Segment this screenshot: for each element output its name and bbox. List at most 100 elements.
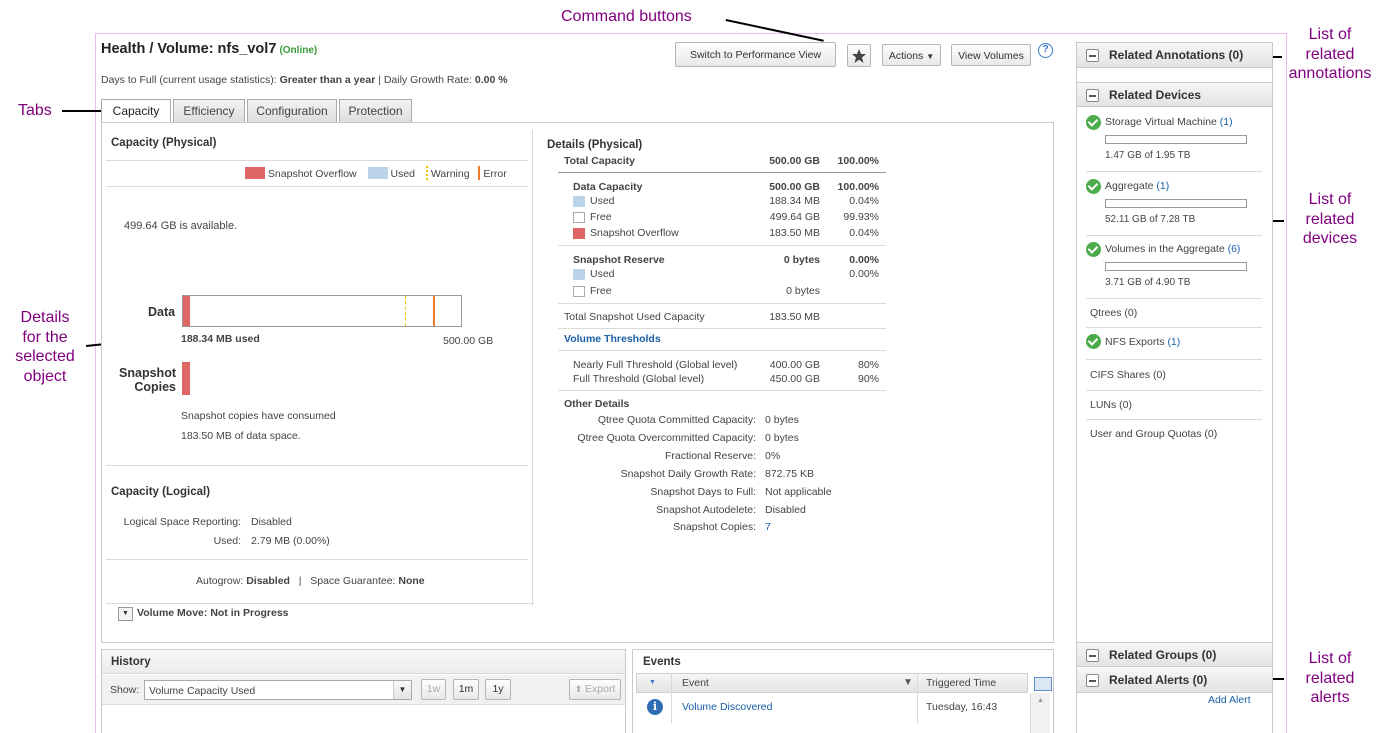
- nfs-exports-item[interactable]: NFS Exports (1): [1105, 336, 1180, 348]
- aggregate-item[interactable]: Aggregate (1): [1105, 180, 1169, 192]
- detail-row-pct: 0.04%: [849, 195, 879, 207]
- used-swatch: [573, 196, 585, 207]
- volume-move-status[interactable]: Volume Move: Not in Progress: [137, 607, 292, 619]
- capacity-legend: Snapshot Overflow Used Warning Error: [245, 166, 507, 180]
- favorite-button[interactable]: [847, 44, 871, 67]
- range-1m-button[interactable]: 1m: [453, 679, 479, 700]
- check-icon: [1086, 334, 1101, 349]
- add-alert-link[interactable]: Add Alert: [1208, 694, 1251, 706]
- divider: [917, 673, 918, 723]
- threshold-pct: 90%: [857, 373, 879, 385]
- data-capacity-value: 500.00 GB: [769, 181, 820, 193]
- legend-error-swatch: [478, 166, 481, 180]
- quotas-item[interactable]: User and Group Quotas (0): [1090, 428, 1217, 440]
- error-threshold-marker: [433, 296, 435, 326]
- switch-performance-view-button[interactable]: Switch to Performance View: [675, 42, 836, 67]
- volume-thresholds-title[interactable]: Volume Thresholds: [564, 333, 661, 345]
- threshold-label: Full Threshold (Global level): [573, 373, 705, 385]
- other-detail-label: Qtree Quota Overcommitted Capacity:: [577, 432, 756, 444]
- snapshot-reserve-label: Snapshot Reserve: [573, 254, 665, 266]
- related-alerts-header[interactable]: Related Alerts (0): [1077, 668, 1272, 693]
- detail-row-value: 499.64 GB: [769, 211, 820, 223]
- snapshot-reserve-pct: 0.00%: [849, 254, 879, 266]
- other-detail-label: Fractional Reserve:: [664, 450, 756, 462]
- qtrees-item[interactable]: Qtrees (0): [1090, 307, 1137, 319]
- volume-move-expand-icon[interactable]: ▼: [118, 607, 133, 621]
- free-swatch: [573, 212, 585, 223]
- divider: [1086, 359, 1262, 360]
- collapse-icon[interactable]: [1086, 89, 1099, 102]
- sort-down-icon[interactable]: ▼: [649, 679, 656, 686]
- lsr-label: Logical Space Reporting:: [123, 516, 241, 528]
- col-triggered-time[interactable]: Triggered Time: [926, 677, 996, 689]
- page-title: Health / Volume: nfs_vol7: [101, 41, 277, 57]
- tab-efficiency[interactable]: Efficiency: [173, 99, 245, 122]
- view-volumes-button[interactable]: View Volumes: [951, 44, 1031, 66]
- tab-configuration[interactable]: Configuration: [247, 99, 337, 122]
- tab-capacity[interactable]: Capacity: [101, 99, 171, 123]
- other-detail-label: Snapshot Autodelete:: [656, 504, 756, 516]
- callout-tabs: Tabs: [18, 102, 52, 119]
- filter-icon[interactable]: ▼: [903, 677, 913, 688]
- other-details-title: Other Details: [564, 398, 630, 410]
- volumes-in-aggregate-item[interactable]: Volumes in the Aggregate (6): [1105, 243, 1240, 255]
- tab-protection[interactable]: Protection: [339, 99, 412, 122]
- data-capacity-label: Data Capacity: [573, 181, 643, 193]
- other-detail-value: 0 bytes: [765, 432, 799, 444]
- related-devices-header[interactable]: Related Devices: [1077, 82, 1272, 107]
- related-groups-header[interactable]: Related Groups (0): [1077, 642, 1272, 667]
- callout-details: Details for the selected object: [15, 309, 75, 385]
- legend-snapshot-overflow-swatch: [245, 167, 265, 179]
- total-snapshot-used-label: Total Snapshot Used Capacity: [564, 311, 705, 323]
- other-detail-label: Snapshot Daily Growth Rate:: [620, 468, 756, 480]
- other-detail-value[interactable]: 7: [765, 521, 771, 533]
- reserve-used-pct: 0.00%: [849, 268, 879, 280]
- column-chooser-icon[interactable]: [1034, 677, 1052, 691]
- scroll-up-icon: ▲: [1037, 697, 1044, 704]
- data-capacity-bar: [182, 295, 462, 327]
- divider: [558, 328, 886, 329]
- cifs-shares-item[interactable]: CIFS Shares (0): [1090, 369, 1166, 381]
- star-icon: [852, 49, 866, 63]
- luns-item[interactable]: LUNs (0): [1090, 399, 1132, 411]
- reserve-used-swatch: [573, 269, 585, 280]
- related-annotations-header[interactable]: Related Annotations (0): [1077, 43, 1272, 68]
- collapse-icon[interactable]: [1086, 49, 1099, 62]
- event-link[interactable]: Volume Discovered: [682, 701, 772, 713]
- actions-button[interactable]: Actions ▼: [882, 44, 941, 66]
- divider: [1086, 298, 1262, 299]
- check-icon: [1086, 242, 1101, 257]
- days-to-full: Days to Full (current usage statistics):…: [101, 74, 508, 86]
- volumes-usage-bar: [1105, 262, 1247, 271]
- other-detail-value: Not applicable: [765, 486, 832, 498]
- threshold-pct: 80%: [857, 359, 879, 371]
- col-event[interactable]: Event: [682, 677, 709, 689]
- data-capacity-pct: 100.00%: [837, 181, 879, 193]
- warning-threshold-marker: [405, 296, 406, 326]
- available-text: 499.64 GB is available.: [124, 220, 238, 232]
- caret-down-icon: ▼: [926, 52, 935, 61]
- collapse-icon[interactable]: [1086, 649, 1099, 662]
- divider: [106, 465, 528, 466]
- divider: [1086, 235, 1262, 236]
- total-capacity-pct: 100.00%: [837, 155, 879, 167]
- details-physical-title: Details (Physical): [547, 139, 643, 151]
- aggregate-usage-text: 52.11 GB of 7.28 TB: [1105, 214, 1196, 225]
- snapshot-bar: [182, 362, 190, 395]
- legend-used-swatch: [367, 167, 388, 179]
- range-1w-button[interactable]: 1w: [421, 679, 446, 700]
- collapse-icon[interactable]: [1086, 674, 1099, 687]
- data-total-text: 500.00 GB: [443, 335, 494, 347]
- export-button[interactable]: ⬆ Export: [569, 679, 621, 700]
- reserve-free-swatch: [573, 286, 585, 297]
- range-1y-button[interactable]: 1y: [485, 679, 511, 700]
- data-label: Data: [148, 305, 176, 319]
- history-metric-select[interactable]: Volume Capacity Used ▼: [144, 680, 412, 700]
- svm-item[interactable]: Storage Virtual Machine (1): [1105, 116, 1233, 128]
- snapshot-copies-label: Snapshot Copies: [119, 366, 176, 394]
- events-scrollbar[interactable]: ▲: [1030, 693, 1050, 733]
- divider: [558, 390, 886, 391]
- help-icon[interactable]: ?: [1038, 43, 1053, 58]
- snapshot-consumed-text: Snapshot copies have consumed 183.50 MB o…: [181, 410, 336, 442]
- divider: [558, 172, 886, 173]
